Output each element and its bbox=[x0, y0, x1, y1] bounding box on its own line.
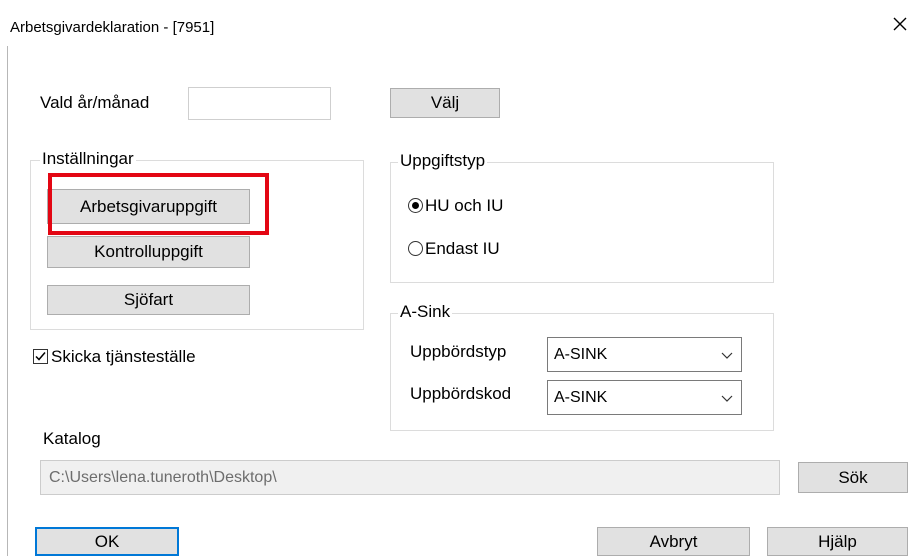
collection-type-label: Uppbördstyp bbox=[410, 342, 507, 361]
control-info-button[interactable]: Kontrolluppgift bbox=[47, 236, 250, 268]
ok-button[interactable]: OK bbox=[35, 527, 179, 556]
radio-endast-iu-label: Endast IU bbox=[425, 239, 500, 258]
search-button[interactable]: Sök bbox=[798, 462, 908, 493]
period-label: Vald år/månad bbox=[40, 93, 150, 112]
radio-hu-och-iu-label: HU och IU bbox=[425, 196, 504, 215]
settings-legend: Inställningar bbox=[40, 149, 136, 169]
highlight-box bbox=[48, 173, 269, 235]
cancel-button[interactable]: Avbryt bbox=[597, 527, 750, 556]
report-type-legend: Uppgiftstyp bbox=[398, 151, 488, 171]
chevron-down-icon bbox=[721, 395, 733, 402]
catalog-path-text: C:\Users\lena.tuneroth\Desktop\ bbox=[49, 469, 277, 486]
collection-code-select[interactable]: A-SINK bbox=[547, 380, 742, 415]
shipping-button[interactable]: Sjöfart bbox=[47, 285, 250, 315]
report-type-group bbox=[390, 162, 774, 283]
a-sink-legend: A-Sink bbox=[398, 302, 453, 322]
radio-hu-och-iu[interactable] bbox=[408, 198, 423, 213]
collection-code-value: A-SINK bbox=[554, 389, 608, 406]
close-icon[interactable] bbox=[888, 12, 912, 36]
collection-type-select[interactable]: A-SINK bbox=[547, 337, 742, 372]
collection-code-label: Uppbördskod bbox=[410, 384, 512, 403]
choose-period-button[interactable]: Välj bbox=[390, 88, 500, 118]
radio-endast-iu[interactable] bbox=[408, 241, 423, 256]
catalog-path-input[interactable]: C:\Users\lena.tuneroth\Desktop\ bbox=[40, 460, 780, 495]
help-button[interactable]: Hjälp bbox=[767, 527, 908, 556]
collection-type-value: A-SINK bbox=[554, 346, 608, 363]
send-workplace-label: Skicka tjänsteställe bbox=[51, 347, 196, 366]
catalog-label: Katalog bbox=[43, 429, 101, 448]
send-workplace-checkbox[interactable] bbox=[33, 349, 48, 364]
period-input[interactable] bbox=[188, 87, 331, 120]
window-title: Arbetsgivardeklaration - [7951] bbox=[10, 19, 215, 36]
chevron-down-icon bbox=[721, 352, 733, 359]
window-left-border bbox=[7, 46, 8, 556]
